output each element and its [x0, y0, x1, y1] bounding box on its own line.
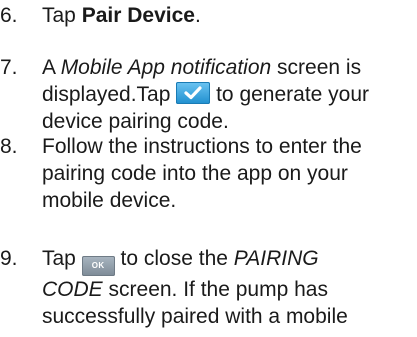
step-number: 6.: [0, 4, 18, 27]
step-number: 7.: [0, 56, 18, 79]
step-text-plain: Tap: [42, 4, 82, 27]
step-text: Follow the instructions to enter the pai…: [42, 133, 413, 214]
pairing-label: PAIRING: [233, 247, 319, 270]
step-text-plain: to close the: [114, 247, 234, 270]
step-line: displayed.Tap to generate your: [42, 81, 413, 108]
step-text-plain: Tap: [42, 247, 82, 270]
checkmark-button-icon: [176, 82, 211, 104]
step-text-period: .: [194, 4, 201, 27]
step-text: A Mobile App notification screen is disp…: [42, 54, 413, 135]
step-line: A Mobile App notification screen is: [42, 54, 413, 81]
ok-button-icon: OK: [81, 256, 115, 276]
step-line: mobile device.: [42, 189, 177, 212]
step-number: 8.: [0, 135, 18, 158]
step-line: device pairing code.: [42, 110, 229, 133]
instruction-page: 6. Tap Pair Device. 7. A Mobile App noti…: [0, 0, 417, 337]
step-text-plain: screen. If the pump has: [102, 278, 328, 301]
step-text: Tap OK to close the PAIRING CODE screen.…: [42, 245, 413, 330]
step-text-plain: displayed.Tap: [42, 83, 177, 106]
step-text-plain: to generate your: [210, 83, 370, 106]
step-text: Tap Pair Device.: [42, 2, 413, 29]
step-text-plain: A: [42, 56, 61, 79]
step-number: 9.: [0, 247, 18, 270]
step-line: CODE screen. If the pump has: [42, 276, 413, 303]
step-line: Follow the instructions to enter the: [42, 135, 362, 158]
pair-device-label: Pair Device: [81, 4, 195, 27]
step-line: pairing code into the app on your: [42, 162, 348, 185]
step-text-plain: screen is: [271, 56, 362, 79]
checkmark-icon: [184, 86, 202, 100]
mobile-app-notification-label: Mobile App notification: [60, 56, 272, 79]
step-line: Tap OK to close the PAIRING: [42, 245, 413, 276]
code-label: CODE: [42, 278, 103, 301]
step-line: successfully paired with a mobile: [42, 305, 348, 328]
